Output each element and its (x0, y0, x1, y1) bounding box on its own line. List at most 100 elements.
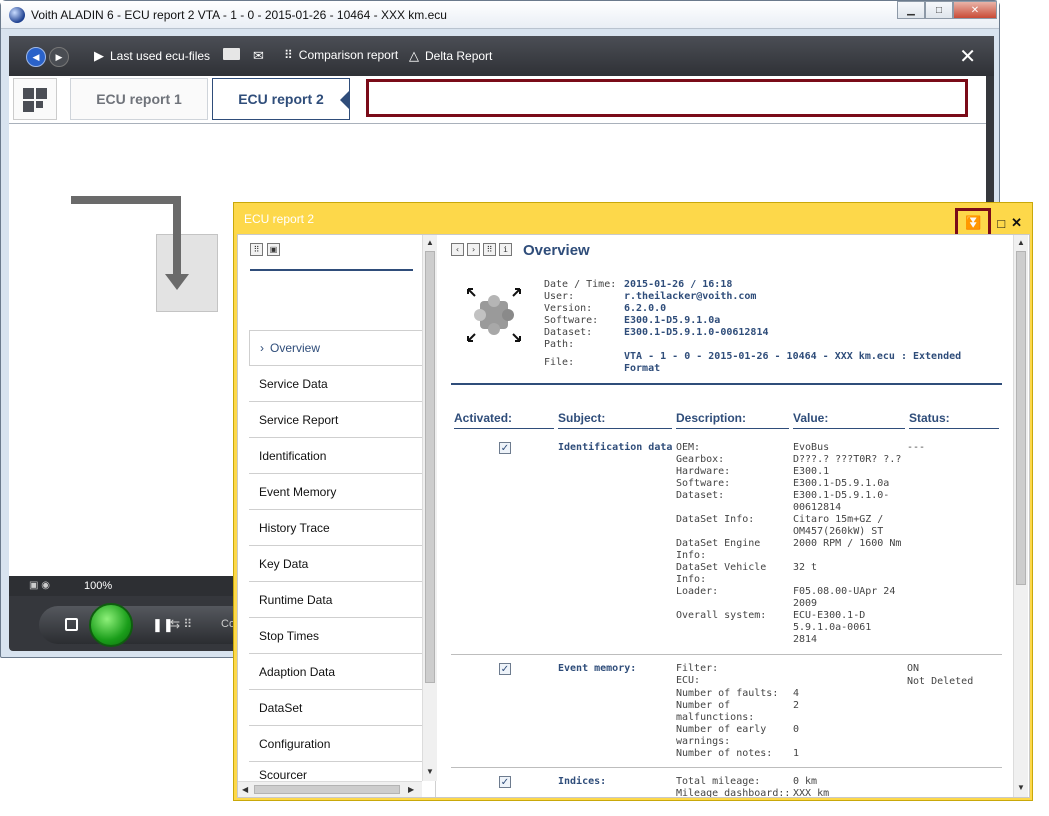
tile-square (36, 88, 47, 99)
row-value: 2000 RPM / 1600 Nm (793, 538, 902, 549)
nav-h-scrollbar[interactable]: ◀ ▶ (238, 781, 422, 797)
arrow-icon (71, 196, 181, 204)
report-content: ‹ › ⠿ i Overview Date / Time: User: Vers… (451, 235, 1011, 797)
section-subject: Event memory: (558, 663, 637, 674)
nav-scroll-thumb[interactable] (425, 251, 435, 683)
delta-report-button[interactable]: △ Delta Report (409, 48, 492, 64)
nav-item-dataset[interactable]: DataSet (249, 690, 422, 726)
open-folder-button[interactable] (223, 48, 240, 60)
meta-labels: Date / Time: User: Version: Software: Da… (544, 279, 616, 351)
dialog-body: ⠿ ▣ › Overview Service Data Service Repor… (237, 234, 1030, 798)
delta-report-label: Delta Report (425, 49, 493, 63)
meta-label: Dataset: (544, 327, 593, 338)
activated-checkbox[interactable]: ✓ (499, 776, 511, 788)
close-icon[interactable]: ✕ (959, 44, 976, 69)
tab-ecu-report-1[interactable]: ECU report 1 (70, 78, 208, 120)
previous-icon[interactable]: ‹ (451, 243, 464, 256)
ecu-report-dialog: ECU report 2 ⏬ □ ✕ ⠿ ▣ › Overview Service… (233, 202, 1033, 801)
row-description: ECU: (676, 675, 701, 686)
maximize-dialog-button[interactable]: □ (997, 216, 1005, 231)
connect-button[interactable] (89, 603, 133, 647)
zoom-level: 100% (84, 580, 113, 592)
nav-item-history-trace[interactable]: History Trace (249, 510, 422, 546)
dialog-title: ECU report 2 (244, 212, 315, 226)
section-status: ON Not Deleted (907, 663, 997, 688)
nav-item-service-report[interactable]: Service Report (249, 402, 422, 438)
next-icon[interactable]: › (467, 243, 480, 256)
section-values: EvoBus D???.? ???T0R? ?.? E300.1 E300.1-… (793, 442, 905, 645)
nav-item-service-data[interactable]: Service Data (249, 366, 422, 402)
file-value: VTA - 1 - 0 - 2015-01-26 - 10464 - XXX k… (624, 351, 962, 374)
activated-checkbox[interactable]: ✓ (499, 442, 511, 454)
nav-item-label: Overview (270, 341, 321, 355)
report-divider (451, 383, 1002, 385)
row-value: EvoBus (793, 442, 830, 453)
row-description: Hardware: (676, 466, 731, 477)
window-controls: ▁ □ ✕ (897, 1, 997, 19)
column-subject: Subject: (558, 411, 672, 429)
stop-button[interactable] (65, 618, 78, 631)
last-used-button[interactable]: ▶ Last used ecu-files (94, 48, 210, 64)
scroll-down-icon[interactable]: ▼ (1017, 783, 1025, 792)
meta-label: Version: (544, 303, 593, 314)
status-line: Not Deleted (907, 676, 974, 687)
maximize-window-button[interactable]: □ (925, 1, 953, 19)
activated-checkbox[interactable]: ✓ (499, 663, 511, 675)
row-description: DataSet Info: (676, 514, 755, 525)
close-window-button[interactable]: ✕ (953, 1, 997, 19)
toolbar: ◀ ▶ ▶ Last used ecu-files ✉ ⠿ Comparison… (9, 36, 994, 76)
scroll-up-icon[interactable]: ▲ (426, 238, 434, 247)
meta-values: 2015-01-26 / 16:18 r.theilacker@voith.co… (624, 279, 769, 339)
chevron-right-icon: › (260, 341, 264, 355)
minimize-window-button[interactable]: ▁ (897, 1, 925, 19)
meta-label: Path: (544, 339, 575, 350)
report-navigation: ⠿ ▣ › Overview Service Data Service Repor… (238, 235, 437, 797)
report-tools: ‹ › ⠿ i (451, 243, 512, 256)
row-description: Number of early warnings: (676, 724, 767, 747)
tile-square (23, 88, 34, 99)
nav-h-scroll-thumb[interactable] (254, 785, 400, 794)
report-scroll-thumb[interactable] (1016, 251, 1026, 585)
fit-icon[interactable]: ▣ ◉ (29, 580, 50, 591)
nav-item-runtime-data[interactable]: Runtime Data (249, 582, 422, 618)
row-separator (451, 654, 1002, 655)
nav-item-event-memory[interactable]: Event Memory (249, 474, 422, 510)
scroll-left-icon[interactable]: ◀ (242, 785, 248, 794)
comparison-report-button[interactable]: ⠿ Comparison report (284, 48, 398, 62)
row-value: E300.1-D5.9.1.0a (793, 478, 890, 489)
loop-icon[interactable]: ⇆ ⠿ (170, 617, 192, 631)
file-label: File: (544, 357, 575, 368)
nav-scrollbar[interactable]: ▲ ▼ (422, 235, 437, 781)
back-icon[interactable]: ◀ (26, 47, 46, 67)
play-icon: ▶ (94, 48, 104, 63)
close-dialog-button[interactable]: ✕ (1011, 215, 1022, 231)
row-description: Loader: (676, 586, 719, 597)
nav-item-configuration[interactable]: Configuration (249, 726, 422, 762)
nav-item-key-data[interactable]: Key Data (249, 546, 422, 582)
report-scrollbar[interactable]: ▲ ▼ (1013, 235, 1028, 797)
document-icon (156, 234, 218, 312)
nav-item-identification[interactable]: Identification (249, 438, 422, 474)
tab-drop-zone (366, 79, 968, 117)
scroll-down-icon[interactable]: ▼ (426, 767, 434, 776)
row-value: D???.? ???T0R? ?.? (793, 454, 902, 465)
tab-ecu-report-2[interactable]: ECU report 2 (212, 78, 350, 120)
nav-item-adaption-data[interactable]: Adaption Data (249, 654, 422, 690)
nav-item-stop-times[interactable]: Stop Times (249, 618, 422, 654)
nav-item-scourcer[interactable]: Scourcer (249, 762, 422, 782)
print-preview-icon[interactable]: ⠿ (250, 243, 263, 256)
row-value: 0 km (793, 776, 818, 787)
scroll-right-icon[interactable]: ▶ (408, 785, 414, 794)
section-descriptions: OEM: Gearbox: Hardware: Software: Datase… (676, 442, 792, 642)
meta-value: E300.1-D5.9.1.0-00612814 (624, 327, 769, 338)
scroll-up-icon[interactable]: ▲ (1017, 238, 1025, 247)
save-icon[interactable]: ▣ (267, 243, 280, 256)
row-value: 32 t (793, 562, 818, 573)
dashboard-tile-button[interactable] (13, 78, 57, 120)
row-description: Number of malfunctions: (676, 700, 755, 723)
print-preview-icon[interactable]: ⠿ (483, 243, 496, 256)
info-icon[interactable]: i (499, 243, 512, 256)
mail-button[interactable]: ✉ (253, 48, 264, 64)
forward-icon[interactable]: ▶ (49, 47, 69, 67)
nav-item-overview[interactable]: › Overview (249, 330, 422, 366)
